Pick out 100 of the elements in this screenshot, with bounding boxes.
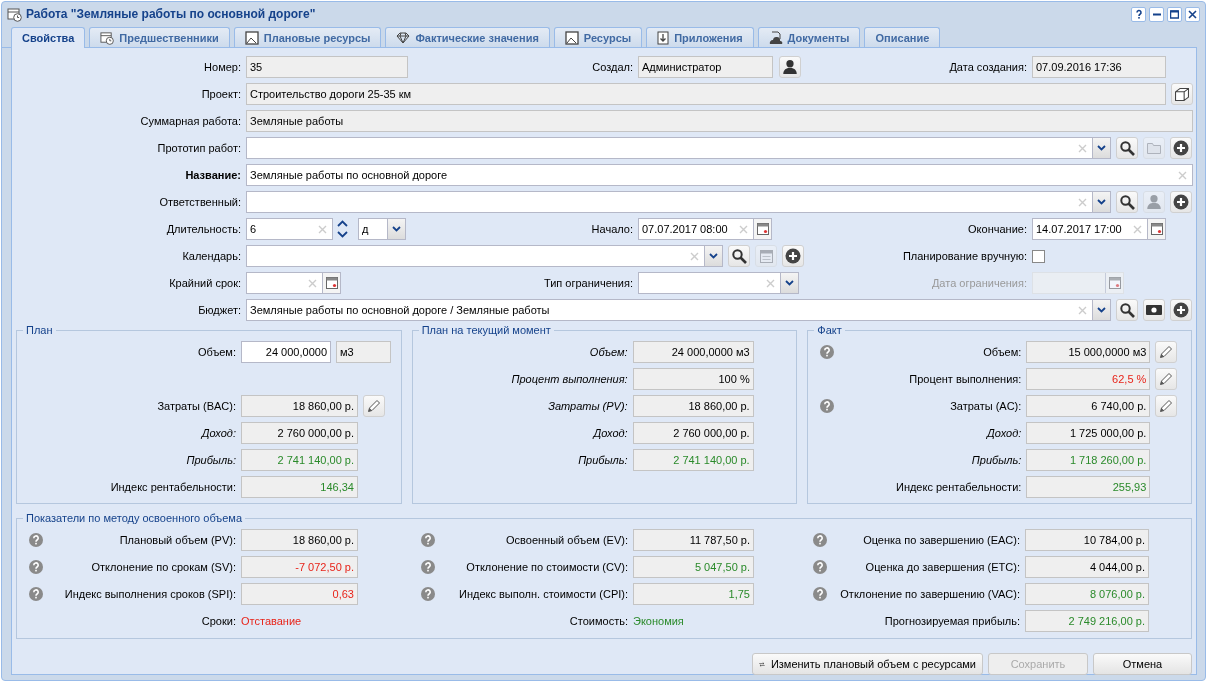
clear-icon[interactable] — [1133, 224, 1142, 234]
tab[interactable]: Ресурсы — [553, 27, 643, 47]
unit-combo-box[interactable]: д — [358, 218, 406, 240]
dropdown-button[interactable] — [1092, 192, 1110, 212]
add-icon — [1173, 140, 1189, 156]
tab[interactable]: Описание — [864, 27, 941, 47]
help-icon[interactable] — [820, 345, 835, 359]
edit-button[interactable] — [1155, 395, 1178, 417]
minimize-button[interactable] — [1149, 6, 1164, 22]
calendar-button[interactable] — [1147, 219, 1165, 239]
search-button[interactable] — [1116, 137, 1138, 159]
date-field[interactable]: 07.07.2017 08:00 — [638, 218, 772, 240]
volume-field[interactable]: 24 000,0000 — [241, 341, 331, 363]
clear-icon[interactable] — [308, 278, 317, 288]
calendar-button[interactable] — [322, 273, 340, 293]
text-input[interactable]: д — [359, 219, 387, 239]
field-label: Окончание: — [967, 223, 1028, 235]
dropdown-button[interactable] — [1092, 138, 1110, 158]
dropdown-button[interactable] — [387, 219, 405, 239]
help-icon[interactable] — [813, 533, 827, 547]
box-button[interactable] — [1171, 83, 1193, 105]
help-icon[interactable] — [421, 587, 435, 601]
value-field: 0,63 — [241, 583, 358, 605]
user-button[interactable] — [779, 56, 801, 78]
edit-button[interactable] — [363, 395, 385, 417]
field-label: Бюджет: — [197, 304, 242, 316]
add-button[interactable] — [1170, 191, 1192, 213]
clear-icon[interactable] — [1178, 170, 1187, 180]
add-button[interactable] — [1170, 137, 1192, 159]
summary-field[interactable]: Земляные работы — [246, 110, 1193, 132]
creator-field[interactable]: Администратор — [638, 56, 773, 78]
number-field[interactable]: 35 — [246, 56, 408, 78]
help-icon[interactable] — [820, 399, 835, 413]
tab[interactable]: Фактические значения — [385, 27, 550, 47]
duration-field[interactable]: 6 — [246, 218, 333, 240]
cancel-button[interactable]: Отмена — [1093, 653, 1192, 675]
field-label: Крайний срок: — [168, 277, 242, 289]
help-icon[interactable] — [421, 560, 435, 574]
clear-icon[interactable] — [690, 251, 699, 261]
clear-icon[interactable] — [318, 224, 327, 234]
project-field[interactable]: Строительство дороги 25-35 км — [246, 83, 1166, 105]
tab[interactable]: Предшественники — [89, 27, 230, 47]
clear-icon[interactable] — [1078, 143, 1087, 153]
edit-button[interactable] — [1155, 341, 1178, 363]
search-button[interactable] — [728, 245, 750, 267]
date-field[interactable]: 14.07.2017 17:00 — [1032, 218, 1166, 240]
date-field[interactable]: 07.09.2016 17:36 — [1032, 56, 1166, 78]
field-label: Прогнозируемая прибыль: — [883, 615, 1021, 627]
calendar-clock-icon — [7, 6, 22, 22]
dropdown-button[interactable] — [780, 273, 798, 293]
help-icon[interactable] — [813, 587, 827, 601]
text-input[interactable]: 6 — [247, 219, 318, 239]
clear-icon[interactable] — [1078, 305, 1087, 315]
add-button[interactable] — [1170, 299, 1192, 321]
help-icon[interactable] — [29, 533, 43, 547]
calendar-icon — [756, 223, 769, 235]
maximize-button[interactable] — [1167, 6, 1182, 22]
dropdown-button[interactable] — [1092, 300, 1110, 320]
clear-icon[interactable] — [739, 224, 748, 234]
tab[interactable]: Свойства — [11, 27, 86, 48]
value-field: 18 860,00 р. — [632, 395, 754, 417]
help-icon[interactable] — [29, 560, 43, 574]
panel-title: План на текущий момент — [420, 324, 552, 336]
date-field[interactable] — [246, 272, 341, 294]
add-button[interactable] — [782, 245, 804, 267]
pencil-icon — [1160, 346, 1173, 358]
close-button[interactable] — [1185, 6, 1200, 22]
user-icon — [1147, 195, 1161, 209]
text-input[interactable]: 14.07.2017 17:00 — [1033, 219, 1133, 239]
field-label: Процент выполнения: — [510, 373, 629, 385]
calendar-button[interactable] — [753, 219, 771, 239]
clear-icon[interactable] — [1078, 197, 1087, 207]
tab[interactable]: Плановые ресурсы — [233, 27, 382, 47]
edit-button[interactable] — [1155, 368, 1178, 390]
calendar-icon — [1150, 223, 1163, 235]
picture-frame-icon — [564, 30, 579, 45]
help-button[interactable] — [1131, 6, 1146, 22]
field-label: Объем: — [196, 346, 237, 358]
value-field: 10 784,00 р. — [1025, 529, 1149, 551]
checkbox[interactable] — [1032, 249, 1045, 263]
caret-icon — [785, 280, 794, 286]
field-label: Стоимость: — [568, 615, 629, 627]
help-icon[interactable] — [421, 533, 435, 547]
change-volume-button[interactable]: Изменить плановый объем с ресурсами — [752, 653, 983, 675]
clear-icon[interactable] — [766, 278, 775, 288]
field-label: Ответственный: — [158, 196, 242, 208]
dropdown-button[interactable] — [704, 246, 722, 266]
text-input[interactable]: 07.07.2017 08:00 — [639, 219, 739, 239]
help-icon[interactable] — [29, 587, 43, 601]
spinner[interactable] — [335, 218, 350, 240]
field-label: Дата ограничения: — [930, 277, 1028, 289]
tab[interactable]: Документы — [757, 27, 861, 47]
tab[interactable]: Приложения — [646, 27, 754, 47]
maximize-icon — [1170, 9, 1179, 19]
caret-icon — [1097, 307, 1106, 313]
help-icon[interactable] — [813, 560, 827, 574]
search-button[interactable] — [1116, 191, 1138, 213]
value-field: 62,5 % — [1026, 368, 1151, 390]
search-button[interactable] — [1116, 299, 1138, 321]
money-button[interactable] — [1143, 299, 1165, 321]
